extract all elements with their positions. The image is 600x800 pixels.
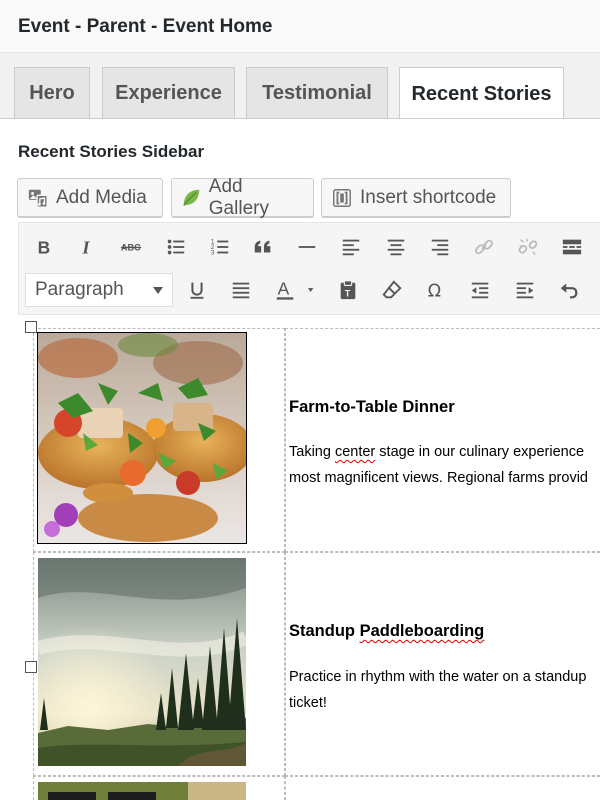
svg-text:I: I xyxy=(81,237,90,257)
horizontal-rule-icon[interactable] xyxy=(291,231,323,263)
story-image-landscape[interactable] xyxy=(38,558,246,766)
dropdown-arrow-icon xyxy=(153,287,163,294)
story-image-partial[interactable] xyxy=(38,782,246,800)
svg-text:B: B xyxy=(38,237,51,257)
field-label: Recent Stories Sidebar xyxy=(18,142,205,161)
align-left-icon[interactable] xyxy=(335,231,367,263)
tab-hero[interactable]: Hero xyxy=(14,67,90,119)
outdent-icon[interactable] xyxy=(464,274,496,306)
justify-icon[interactable] xyxy=(225,274,257,306)
link-icon[interactable] xyxy=(468,231,500,263)
food-photo xyxy=(38,333,246,543)
story-text-line: Practice in rhythm with the water on a s… xyxy=(289,669,587,685)
strikethrough-icon[interactable]: ABC xyxy=(115,231,147,263)
editor-content[interactable]: Farm-to-Table Dinner Taking center stage… xyxy=(19,316,600,800)
table-cell xyxy=(285,776,600,800)
format-select[interactable]: Paragraph xyxy=(25,273,173,307)
format-select-value: Paragraph xyxy=(35,279,124,300)
align-right-icon[interactable] xyxy=(424,231,456,263)
add-gallery-button[interactable]: Add Gallery xyxy=(171,175,314,219)
special-character-icon[interactable]: Ω xyxy=(420,274,452,306)
tab-testimonial[interactable]: Testimonial xyxy=(246,67,388,119)
bold-icon[interactable]: B xyxy=(28,231,60,263)
add-gallery-label: Add Gallery xyxy=(208,175,269,219)
story-title: Standup Paddleboarding xyxy=(289,622,485,640)
story-title: Farm-to-Table Dinner xyxy=(289,398,455,416)
paste-text-icon[interactable]: T xyxy=(332,274,364,306)
story-text-line: most magnificent views. Regional farms p… xyxy=(289,470,588,486)
landscape-photo xyxy=(38,558,246,766)
indent-icon[interactable] xyxy=(509,274,541,306)
numbered-list-icon[interactable]: 123 xyxy=(204,231,236,263)
leaf-icon xyxy=(180,186,203,210)
add-media-button[interactable]: Add Media xyxy=(17,178,163,217)
story-image-food[interactable] xyxy=(37,332,247,544)
align-center-icon[interactable] xyxy=(380,231,412,263)
add-media-label: Add Media xyxy=(56,186,147,208)
read-more-icon[interactable] xyxy=(556,231,588,263)
bullet-list-icon[interactable] xyxy=(160,231,192,263)
svg-text:3: 3 xyxy=(211,249,215,256)
underline-icon[interactable] xyxy=(181,274,213,306)
shortcode-icon xyxy=(330,186,354,210)
tab-experience[interactable]: Experience xyxy=(102,67,235,119)
insert-shortcode-label: Insert shortcode xyxy=(360,186,497,208)
story-text-line: ticket! xyxy=(289,695,327,711)
table-resize-handle[interactable] xyxy=(25,661,37,673)
insert-shortcode-button[interactable]: Insert shortcode xyxy=(321,178,511,217)
unlink-icon[interactable] xyxy=(512,231,544,263)
page-header: Event - Parent - Event Home xyxy=(0,0,600,53)
svg-text:T: T xyxy=(345,288,351,298)
tab-recent-stories[interactable]: Recent Stories xyxy=(399,67,564,120)
story-text-line: Taking center stage in our culinary expe… xyxy=(289,444,585,460)
italic-icon[interactable]: I xyxy=(71,231,103,263)
undo-icon[interactable] xyxy=(553,274,585,306)
media-icon xyxy=(26,186,50,210)
tab-bar: Hero Experience Testimonial Recent Stori… xyxy=(0,53,600,120)
page-title: Event - Parent - Event Home xyxy=(18,16,273,37)
partial-photo xyxy=(38,782,246,800)
table-resize-handle[interactable] xyxy=(25,321,37,333)
blockquote-icon[interactable] xyxy=(247,231,279,263)
text-color-icon[interactable]: A xyxy=(270,274,322,306)
svg-text:A: A xyxy=(278,279,290,299)
clear-formatting-icon[interactable] xyxy=(376,274,408,306)
svg-text:Ω: Ω xyxy=(428,281,441,301)
